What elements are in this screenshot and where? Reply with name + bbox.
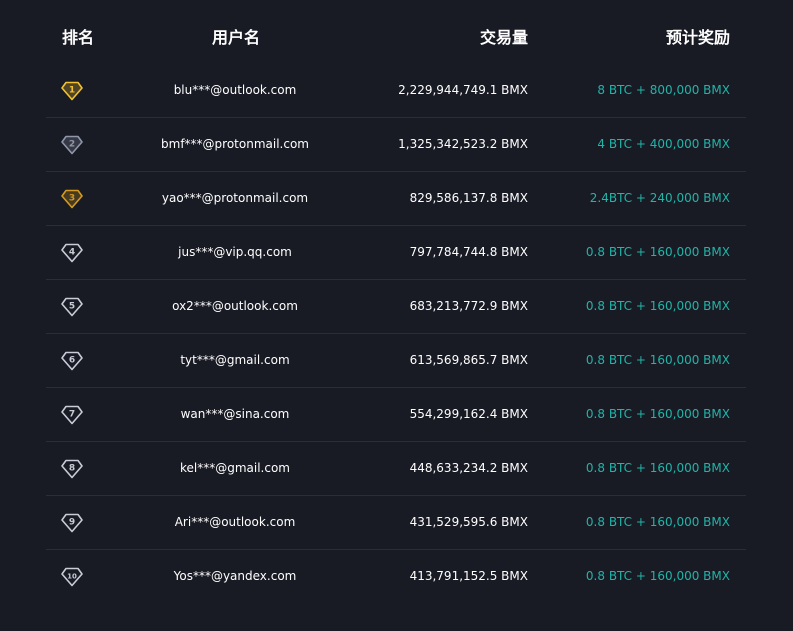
- rank-number: 9: [69, 517, 75, 527]
- table-row: 3 yao***@protonmail.com 829,586,137.8 BMX 2…: [46, 172, 746, 226]
- rank-badge: 4: [60, 226, 84, 279]
- rank-number: 6: [69, 355, 75, 365]
- gem-icon: 7: [61, 405, 83, 424]
- trade-volume: 683,213,772.9 BMX: [409, 299, 528, 313]
- gem-icon: 8: [61, 459, 83, 478]
- leaderboard-header: 排名 用户名 交易量 预计奖励: [46, 0, 746, 64]
- rank-number: 1: [69, 85, 75, 95]
- leaderboard: 排名 用户名 交易量 预计奖励 1 blu***@outlook.com 2,229…: [0, 0, 793, 631]
- username: Yos***@yandex.com: [173, 569, 297, 583]
- header-rank: 排名: [62, 28, 95, 47]
- gem-icon: 6: [61, 351, 83, 370]
- gold-gem-icon: 1: [61, 81, 83, 100]
- header-volume: 交易量: [479, 28, 528, 47]
- estimated-reward: 0.8 BTC + 160,000 BMX: [585, 299, 730, 313]
- leaderboard-rows: 1 blu***@outlook.com 2,229,944,749.1 BMX 8 …: [46, 64, 746, 604]
- table-row: 8 kel***@gmail.com 448,633,234.2 BMX 0.8 BT…: [46, 442, 746, 496]
- estimated-reward: 0.8 BTC + 160,000 BMX: [585, 353, 730, 367]
- trade-volume: 413,791,152.5 BMX: [409, 569, 528, 583]
- rank-number: 5: [69, 301, 75, 311]
- rank-number: 3: [69, 193, 75, 203]
- username: jus***@vip.qq.com: [178, 245, 292, 259]
- username: Ari***@outlook.com: [174, 515, 296, 529]
- table-row: 9 Ari***@outlook.com 431,529,595.6 BMX 0.8 …: [46, 496, 746, 550]
- trade-volume: 797,784,744.8 BMX: [409, 245, 528, 259]
- estimated-reward: 0.8 BTC + 160,000 BMX: [585, 461, 730, 475]
- silver-gem-icon: 2: [61, 135, 83, 154]
- table-row: 1 blu***@outlook.com 2,229,944,749.1 BMX 8 …: [46, 64, 746, 118]
- username: wan***@sina.com: [180, 407, 290, 421]
- trade-volume: 2,229,944,749.1 BMX: [398, 83, 528, 97]
- rank-badge: 9: [60, 496, 84, 549]
- trade-volume: 613,569,865.7 BMX: [409, 353, 528, 367]
- header-username: 用户名: [212, 28, 261, 47]
- trade-volume: 554,299,162.4 BMX: [409, 407, 528, 421]
- table-row: 10 Yos***@yandex.com 413,791,152.5 BMX 0.8 …: [46, 550, 746, 604]
- rank-badge: 6: [60, 334, 84, 387]
- trade-volume: 829,586,137.8 BMX: [409, 191, 528, 205]
- table-row: 6 tyt***@gmail.com 613,569,865.7 BMX 0.8 BT…: [46, 334, 746, 388]
- rank-badge: 1: [60, 64, 84, 117]
- header-reward: 预计奖励: [665, 28, 730, 47]
- table-row: 2 bmf***@protonmail.com 1,325,342,523.2 BM…: [46, 118, 746, 172]
- gem-icon: 4: [61, 243, 83, 262]
- rank-badge: 3: [60, 172, 84, 225]
- username: kel***@gmail.com: [179, 461, 290, 475]
- estimated-reward: 0.8 BTC + 160,000 BMX: [585, 569, 730, 583]
- estimated-reward: 2.4BTC + 240,000 BMX: [589, 191, 730, 205]
- rank-number: 8: [69, 463, 75, 473]
- trade-volume: 448,633,234.2 BMX: [409, 461, 528, 475]
- rank-badge: 7: [60, 388, 84, 441]
- username: bmf***@protonmail.com: [161, 137, 309, 151]
- estimated-reward: 4 BTC + 400,000 BMX: [597, 137, 730, 151]
- rank-badge: 5: [60, 280, 84, 333]
- rank-number: 4: [69, 247, 75, 257]
- rank-number: 7: [69, 409, 75, 419]
- trade-volume: 431,529,595.6 BMX: [409, 515, 528, 529]
- trade-volume: 1,325,342,523.2 BMX: [398, 137, 528, 151]
- gem-icon: 5: [61, 297, 83, 316]
- estimated-reward: 0.8 BTC + 160,000 BMX: [585, 515, 730, 529]
- estimated-reward: 0.8 BTC + 160,000 BMX: [585, 245, 730, 259]
- rank-number: 2: [69, 139, 75, 149]
- gem-icon: 9: [61, 513, 83, 532]
- rank-badge: 2: [60, 118, 84, 171]
- username: tyt***@gmail.com: [180, 353, 290, 367]
- estimated-reward: 0.8 BTC + 160,000 BMX: [585, 407, 730, 421]
- table-row: 7 wan***@sina.com 554,299,162.4 BMX 0.8 BTC…: [46, 388, 746, 442]
- gem-icon: 10: [61, 567, 83, 586]
- table-row: 4 jus***@vip.qq.com 797,784,744.8 BMX 0.8 B…: [46, 226, 746, 280]
- rank-badge: 10: [60, 550, 84, 603]
- estimated-reward: 8 BTC + 800,000 BMX: [597, 83, 730, 97]
- rank-badge: 8: [60, 442, 84, 495]
- table-row: 5 ox2***@outlook.com 683,213,772.9 BMX 0.8 …: [46, 280, 746, 334]
- username: yao***@protonmail.com: [161, 191, 309, 205]
- bronze-gem-icon: 3: [61, 189, 83, 208]
- rank-number: 10: [67, 572, 77, 580]
- username: ox2***@outlook.com: [172, 299, 298, 313]
- username: blu***@outlook.com: [173, 83, 297, 97]
